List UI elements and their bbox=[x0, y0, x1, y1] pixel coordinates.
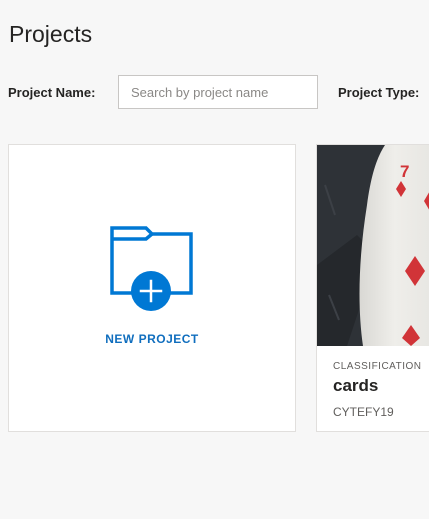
project-card-cards[interactable]: 7 CLASSIFICATION cards CYTEFY19 bbox=[316, 144, 429, 432]
folder-add-icon[interactable] bbox=[110, 221, 194, 313]
page-title: Projects bbox=[9, 21, 93, 47]
project-type-label: Project Type: bbox=[338, 85, 420, 100]
project-name: cards bbox=[333, 376, 379, 395]
project-name-label: Project Name: bbox=[8, 85, 96, 100]
new-project-label: NEW PROJECT bbox=[105, 332, 199, 346]
project-type: CLASSIFICATION bbox=[333, 361, 422, 372]
svg-text:7: 7 bbox=[400, 162, 409, 181]
project-name-search-input[interactable] bbox=[118, 75, 318, 109]
project-thumbnail: 7 bbox=[317, 145, 429, 346]
project-owner: CYTEFY19 bbox=[333, 405, 394, 419]
playing-card-image: 7 bbox=[317, 145, 429, 346]
